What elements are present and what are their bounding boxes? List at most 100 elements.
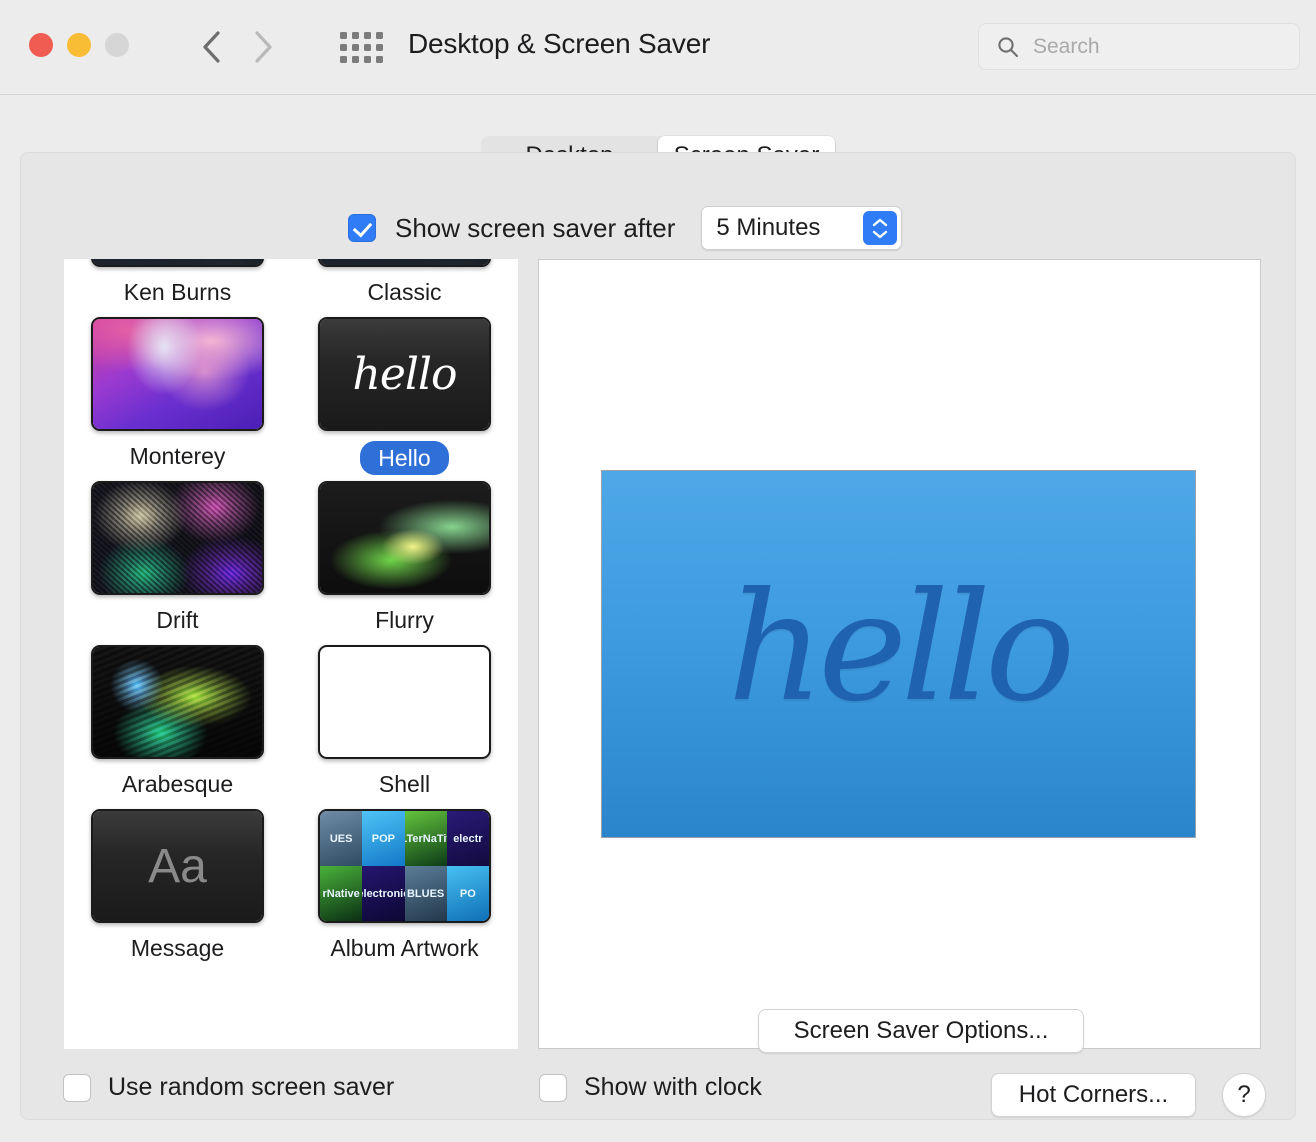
thumbnail-art bbox=[320, 259, 489, 265]
thumbnail-art: Aa bbox=[93, 811, 262, 921]
screen-saver-thumbnail[interactable] bbox=[91, 317, 264, 431]
screen-saver-thumbnail[interactable]: UES POP ALTerNaTive electr rNative elect… bbox=[318, 809, 491, 923]
thumbnail-art bbox=[320, 483, 489, 593]
album-tile: electronic bbox=[362, 866, 404, 921]
screen-saver-thumbnail[interactable] bbox=[91, 481, 264, 595]
screen-saver-thumbnail[interactable] bbox=[91, 645, 264, 759]
grid-dot bbox=[376, 32, 383, 39]
screen-saver-item[interactable]: UES POP ALTerNaTive electr rNative elect… bbox=[291, 809, 518, 973]
show-screen-saver-after-label: Show screen saver after bbox=[395, 213, 675, 244]
grid-dot bbox=[340, 32, 347, 39]
grid-dot bbox=[352, 44, 359, 51]
screen-saver-label: Message bbox=[131, 933, 224, 963]
search-input[interactable] bbox=[1031, 34, 1275, 60]
window-titlebar: Desktop & Screen Saver bbox=[0, 0, 1316, 95]
screen-saver-thumbnail[interactable]: Aa bbox=[91, 809, 264, 923]
show-screen-saver-after-checkbox[interactable] bbox=[348, 214, 376, 242]
screen-saver-label: Album Artwork bbox=[330, 933, 478, 963]
screen-saver-label: Drift bbox=[156, 605, 198, 635]
grid-dot bbox=[364, 32, 371, 39]
screen-saver-item[interactable]: Shell bbox=[291, 645, 518, 809]
screen-saver-thumbnail[interactable] bbox=[318, 259, 491, 267]
screen-saver-item[interactable]: Drift bbox=[64, 481, 291, 645]
thumbnail-art: hello bbox=[320, 319, 489, 429]
thumbnail-art bbox=[93, 483, 262, 593]
grid-dot bbox=[352, 32, 359, 39]
screen-saver-item[interactable]: Monterey bbox=[64, 317, 291, 481]
message-aa-glyph: Aa bbox=[148, 839, 207, 894]
screen-saver-item[interactable]: Classic bbox=[291, 259, 518, 317]
show-with-clock-label: Show with clock bbox=[584, 1073, 762, 1102]
show-with-clock-row[interactable]: Show with clock bbox=[539, 1073, 762, 1102]
preferences-panel: Show screen saver after 5 Minutes Ken Bu… bbox=[20, 152, 1296, 1120]
screen-saver-label: Monterey bbox=[130, 441, 226, 471]
screen-saver-preview[interactable]: hello bbox=[601, 470, 1196, 838]
hello-script-text: hello bbox=[352, 349, 456, 400]
screen-saver-label: Ken Burns bbox=[124, 277, 231, 307]
screen-saver-label: Flurry bbox=[375, 605, 434, 635]
thumbnail-art bbox=[93, 319, 262, 429]
grid-dot bbox=[352, 56, 359, 63]
screen-saver-item[interactable]: Arabesque bbox=[64, 645, 291, 809]
grid-dot bbox=[340, 56, 347, 63]
screen-saver-preview-pane: hello Screen Saver Options... bbox=[538, 259, 1261, 1049]
grid-dot bbox=[364, 56, 371, 63]
screen-saver-item[interactable]: Aa Message bbox=[64, 809, 291, 973]
use-random-screen-saver-label: Use random screen saver bbox=[108, 1073, 394, 1102]
thumbnail-art bbox=[93, 647, 262, 757]
screen-saver-thumbnail[interactable] bbox=[91, 259, 264, 267]
screen-saver-list[interactable]: Ken Burns Classic Monterey hello Hello D… bbox=[64, 259, 518, 1049]
grid-dot bbox=[364, 44, 371, 51]
screen-saver-label: Shell bbox=[379, 769, 430, 799]
screen-saver-thumbnail[interactable] bbox=[318, 645, 491, 759]
show-with-clock-checkbox[interactable] bbox=[539, 1074, 567, 1102]
chevron-right-icon bbox=[252, 30, 274, 64]
screen-saver-delay-stepper[interactable]: 5 Minutes bbox=[701, 206, 902, 250]
album-tile: POP bbox=[362, 811, 404, 866]
thumbnail-art: UES POP ALTerNaTive electr rNative elect… bbox=[320, 811, 489, 921]
screen-saver-thumbnail[interactable] bbox=[318, 481, 491, 595]
forward-button[interactable] bbox=[237, 22, 289, 72]
grid-dot bbox=[376, 56, 383, 63]
screen-saver-item-selected[interactable]: hello Hello bbox=[291, 317, 518, 481]
window-title: Desktop & Screen Saver bbox=[408, 28, 710, 60]
search-icon bbox=[997, 36, 1019, 58]
album-tile: UES bbox=[320, 811, 362, 866]
chevron-up-icon bbox=[872, 218, 888, 227]
grid-dot bbox=[340, 44, 347, 51]
grid-dot bbox=[376, 44, 383, 51]
screen-saver-thumbnail[interactable]: hello bbox=[318, 317, 491, 431]
use-random-screen-saver-row[interactable]: Use random screen saver bbox=[63, 1073, 394, 1102]
use-random-screen-saver-checkbox[interactable] bbox=[63, 1074, 91, 1102]
thumbnail-art bbox=[320, 647, 489, 757]
album-tile: BLUES bbox=[405, 866, 447, 921]
album-tile: ALTerNaTive bbox=[405, 811, 447, 866]
stepper-arrows-icon[interactable] bbox=[863, 211, 897, 245]
chevron-left-icon bbox=[200, 30, 222, 64]
screen-saver-label: Arabesque bbox=[122, 769, 233, 799]
show-all-grid-icon[interactable] bbox=[338, 29, 384, 65]
close-button[interactable] bbox=[29, 33, 53, 57]
show-screen-saver-after-row: Show screen saver after 5 Minutes bbox=[348, 206, 902, 250]
back-button[interactable] bbox=[185, 22, 237, 72]
navigation-arrows bbox=[185, 22, 289, 72]
hot-corners-button[interactable]: Hot Corners... bbox=[991, 1073, 1196, 1117]
search-field[interactable] bbox=[978, 23, 1300, 70]
screen-saver-grid: Ken Burns Classic Monterey hello Hello D… bbox=[64, 259, 518, 973]
album-tile: rNative bbox=[320, 866, 362, 921]
album-tile: electr bbox=[447, 811, 489, 866]
chevron-down-icon bbox=[872, 230, 888, 239]
thumbnail-art bbox=[93, 259, 262, 265]
screen-saver-label-selected: Hello bbox=[360, 441, 448, 475]
screen-saver-label: Classic bbox=[367, 277, 441, 307]
screen-saver-options-button[interactable]: Screen Saver Options... bbox=[758, 1009, 1084, 1053]
screen-saver-delay-value: 5 Minutes bbox=[716, 214, 820, 242]
zoom-button[interactable] bbox=[105, 33, 129, 57]
traffic-lights bbox=[29, 33, 129, 57]
help-button[interactable]: ? bbox=[1222, 1073, 1266, 1117]
screen-saver-item[interactable]: Ken Burns bbox=[64, 259, 291, 317]
album-tile: PO bbox=[447, 866, 489, 921]
minimize-button[interactable] bbox=[67, 33, 91, 57]
screen-saver-item[interactable]: Flurry bbox=[291, 481, 518, 645]
preview-hello-text: hello bbox=[728, 561, 1070, 735]
